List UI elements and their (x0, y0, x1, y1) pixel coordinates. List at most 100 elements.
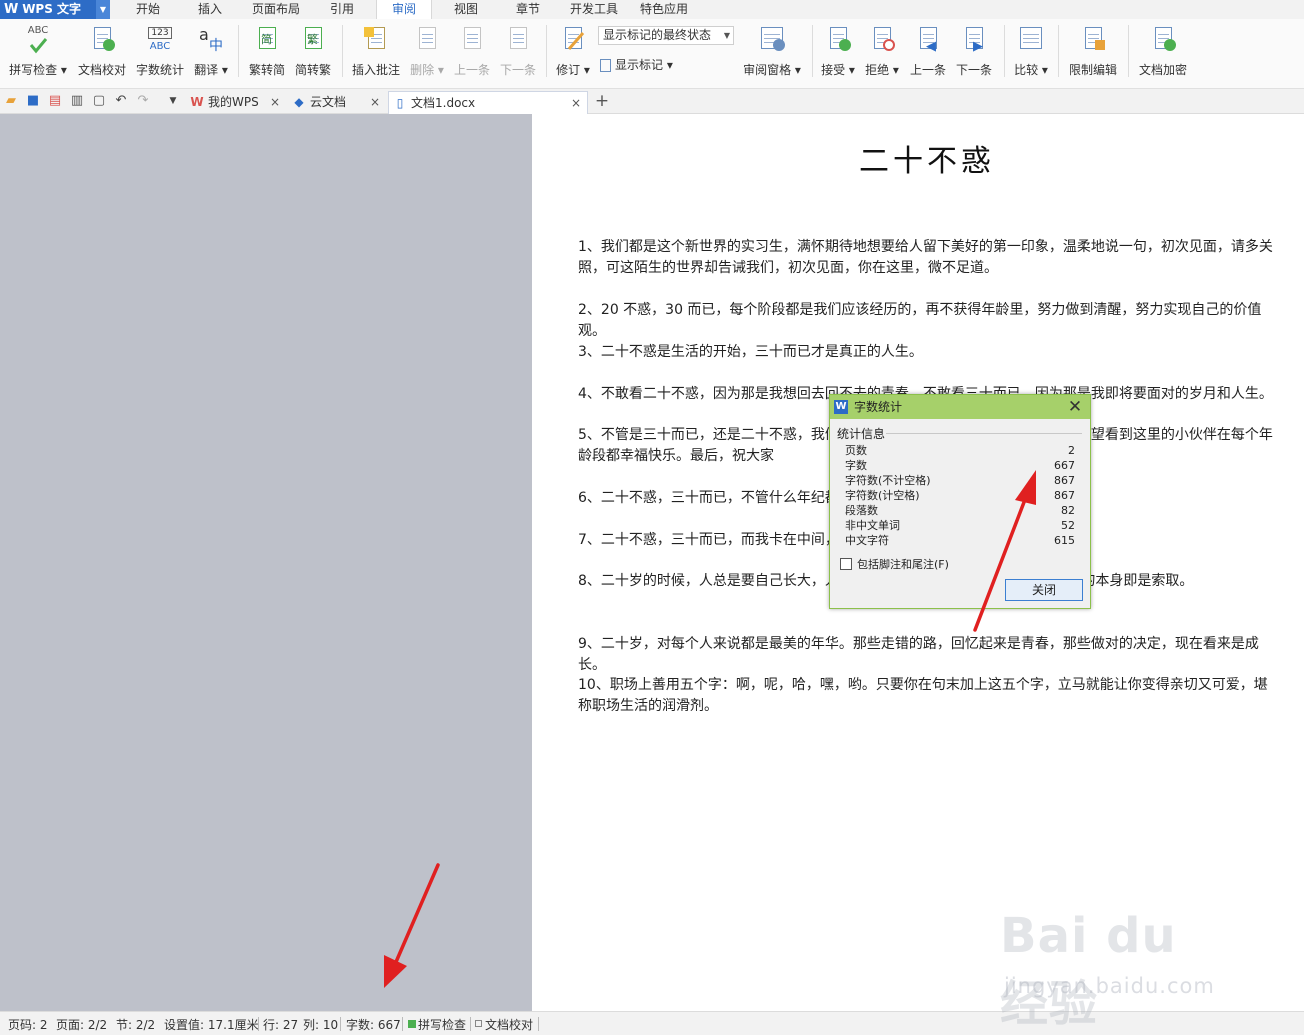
delete-comment-icon (413, 25, 441, 57)
document-icon: ▯ (396, 96, 404, 110)
lock-document-icon (1079, 25, 1107, 57)
open-folder-icon[interactable]: ▰ (4, 94, 18, 108)
simp-to-trad-button[interactable]: 繁 简转繁 (290, 23, 336, 83)
include-footnotes-checkbox[interactable] (840, 558, 852, 570)
accept-button[interactable]: 接受 ▾ (818, 23, 858, 83)
ribbon-divider (1004, 25, 1005, 77)
translate-button[interactable]: a 中 翻译 ▾ (190, 23, 232, 83)
tab-home[interactable]: 开始 (126, 0, 170, 19)
print-preview-icon[interactable]: ▢ (92, 94, 106, 108)
status-row[interactable]: 行: 27 (263, 1016, 298, 1033)
stat-value: 2 (1068, 444, 1075, 457)
review-pane-icon (758, 25, 786, 57)
reject-icon (868, 25, 896, 57)
statistics-group-label: 统计信息 (837, 427, 886, 441)
next-comment-button[interactable]: 下一条 (496, 23, 540, 83)
tab-chapter[interactable]: 章节 (506, 0, 550, 19)
stat-label: 字符数(计空格) (845, 489, 920, 502)
tab-document1-label: 文档1.docx (411, 96, 476, 110)
stat-row-pages: 页数 2 (845, 443, 1075, 458)
trad-to-simp-button[interactable]: 简 繁转简 (244, 23, 290, 83)
next-change-button[interactable]: ▶ 下一条 (952, 23, 996, 83)
status-section[interactable]: 节: 2/2 (116, 1016, 155, 1033)
stat-label: 页数 (845, 444, 867, 457)
tab-cloud-docs-label: 云文档 (310, 95, 347, 109)
undo-icon[interactable]: ↶ (114, 94, 128, 108)
document-proof-status-icon (475, 1020, 482, 1027)
stat-value: 867 (1054, 474, 1075, 487)
previous-comment-button[interactable]: 上一条 (450, 23, 494, 83)
tab-insert[interactable]: 插入 (188, 0, 232, 19)
save-icon[interactable]: ■ (26, 94, 40, 108)
tab-cloud-docs[interactable]: ◆ 云文档 × (288, 91, 386, 114)
insert-comment-button[interactable]: 插入批注 (348, 23, 404, 83)
track-changes-button[interactable]: 修订 ▾ (552, 23, 594, 83)
wps-app-menu-button[interactable]: W WPS 文字 ▼ (0, 0, 110, 19)
include-footnotes-label[interactable]: 包括脚注和尾注(F) (857, 556, 949, 572)
tab-review[interactable]: 审阅 (376, 0, 432, 19)
new-tab-plus-icon[interactable]: + (593, 91, 611, 111)
compare-label: 比较 (1014, 63, 1039, 77)
encrypt-document-label: 文档加密 (1138, 63, 1187, 77)
status-word-count[interactable]: 字数: 667 (346, 1016, 401, 1033)
wps-logo-icon: W (4, 2, 19, 17)
next-comment-icon (504, 25, 532, 57)
restrict-edit-button[interactable]: 限制编辑 (1064, 23, 1122, 83)
stat-label: 中文字符 (845, 534, 889, 547)
stat-row-chinese-chars: 中文字符 615 (845, 533, 1075, 548)
word-count-button[interactable]: 123 ABC 字数统计 (132, 23, 188, 83)
status-pages[interactable]: 页面: 2/2 (56, 1016, 107, 1033)
insert-comment-label: 插入批注 (351, 63, 400, 77)
tab-special-apps[interactable]: 特色应用 (634, 0, 694, 19)
status-setting-value[interactable]: 设置值: 17.1厘米 (164, 1016, 259, 1033)
compare-icon (1017, 25, 1045, 57)
redo-icon[interactable]: ↷ (136, 94, 150, 108)
close-icon[interactable]: × (571, 92, 581, 114)
previous-comment-label: 上一条 (453, 63, 490, 77)
tab-references[interactable]: 引用 (320, 0, 364, 19)
stat-label: 字数 (845, 459, 867, 472)
close-button[interactable]: 关闭 (1005, 579, 1083, 601)
status-column[interactable]: 列: 10 (303, 1016, 338, 1033)
close-icon[interactable]: × (270, 91, 280, 113)
close-icon[interactable]: × (370, 91, 380, 113)
status-spell-check[interactable]: 拼写检查 (418, 1016, 466, 1033)
tab-developer[interactable]: 开发工具 (564, 0, 624, 19)
tab-my-wps[interactable]: W 我的WPS × (186, 91, 286, 114)
stat-row-chars-with-spaces: 字符数(计空格) 867 (845, 488, 1075, 503)
spell-check-label: 拼写检查 (9, 63, 58, 77)
icon-text-zh: 中 (209, 38, 223, 54)
tab-document1[interactable]: ▯ 文档1.docx × (388, 91, 588, 114)
quick-access-dropdown-icon[interactable]: ▼ (166, 94, 180, 108)
chevron-down-icon[interactable]: ▼ (96, 0, 110, 19)
stat-value: 82 (1061, 504, 1075, 517)
export-pdf-icon[interactable]: ▤ (48, 94, 62, 108)
previous-change-button[interactable]: ◀ 上一条 (906, 23, 950, 83)
dialog-title-bar[interactable]: W 字数统计 ✕ (830, 395, 1090, 419)
cloud-cube-icon: ◆ (294, 95, 304, 109)
status-divider (402, 1017, 403, 1031)
encrypt-document-button[interactable]: 文档加密 (1134, 23, 1192, 83)
status-document-proof[interactable]: 文档校对 (485, 1016, 533, 1033)
delete-comment-button[interactable]: 删除 ▾ (404, 23, 450, 83)
icon-text-abc: ABC (149, 41, 171, 52)
tab-page-layout[interactable]: 页面布局 (246, 0, 306, 19)
compare-button[interactable]: 比较 ▾ (1010, 23, 1052, 83)
ribbon-divider (546, 25, 547, 77)
stat-value: 615 (1054, 534, 1075, 547)
print-icon[interactable]: ▥ (70, 94, 84, 108)
document-title: 二十不惑 (859, 144, 995, 179)
tab-view[interactable]: 视图 (444, 0, 488, 19)
document-proof-button[interactable]: 文档校对 (74, 23, 130, 83)
markup-mode-select[interactable]: 显示标记的最终状态 ▼ (598, 26, 734, 45)
close-icon[interactable]: ✕ (1066, 396, 1084, 418)
simp-to-trad-icon: 繁 (299, 25, 327, 57)
document-proof-icon (88, 25, 116, 57)
review-pane-button[interactable]: 审阅窗格 ▾ (740, 23, 804, 83)
status-page-number[interactable]: 页码: 2 (8, 1016, 48, 1033)
show-markup-button[interactable]: 显示标记 ▾ (600, 55, 673, 75)
reject-button[interactable]: 拒绝 ▾ (862, 23, 902, 83)
accept-icon (824, 25, 852, 57)
spell-check-button[interactable]: ABC 拼写检查 ▾ (6, 23, 70, 83)
workspace-background (0, 114, 530, 1011)
